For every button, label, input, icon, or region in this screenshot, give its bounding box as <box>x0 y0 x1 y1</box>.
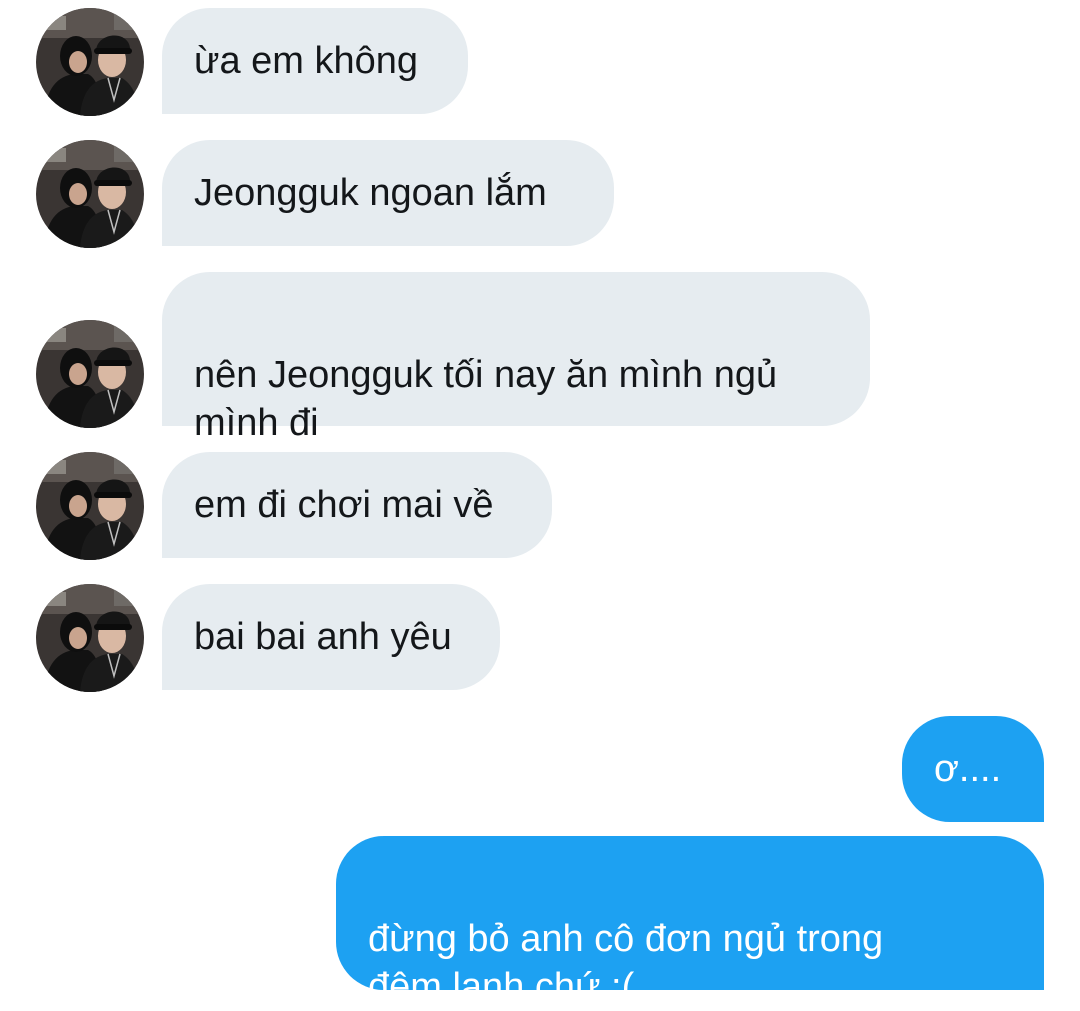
contact-avatar[interactable] <box>36 8 144 116</box>
contact-avatar[interactable] <box>36 320 144 428</box>
contact-avatar[interactable] <box>36 140 144 248</box>
contact-avatar-photo-icon <box>36 320 144 428</box>
message-text: bai bai anh yêu <box>194 616 452 658</box>
contact-avatar[interactable] <box>36 452 144 560</box>
message-text: em đi chơi mai về <box>194 484 494 526</box>
message-text: ơ.... <box>934 748 1002 790</box>
contact-avatar-photo-icon <box>36 452 144 560</box>
contact-avatar-photo-icon <box>36 140 144 248</box>
incoming-message-bubble[interactable]: Jeongguk ngoan lắm <box>162 140 614 246</box>
message-text: ừa em không <box>194 40 419 82</box>
incoming-message-bubble[interactable]: nên Jeongguk tối nay ăn mình ngủ mình đi <box>162 272 870 444</box>
incoming-message-bubble[interactable]: em đi chơi mai về <box>162 452 552 558</box>
incoming-message-bubble[interactable]: ừa em không <box>162 8 468 114</box>
message-text: nên Jeongguk tối nay ăn mình ngủ mình đi <box>194 354 778 444</box>
contact-avatar-photo-icon <box>36 8 144 116</box>
incoming-message-bubble[interactable]: bai bai anh yêu <box>162 584 500 690</box>
outgoing-message-bubble[interactable]: ơ.... <box>902 716 1044 822</box>
message-thread: ừa em không Jeongguk ngoan lắm nên Jeong… <box>0 0 1080 1010</box>
message-text: Jeongguk ngoan lắm <box>194 172 547 214</box>
contact-avatar[interactable] <box>36 584 144 692</box>
contact-avatar-photo-icon <box>36 584 144 692</box>
outgoing-message-bubble[interactable]: đừng bỏ anh cô đơn ngủ trong đêm lạnh ch… <box>336 836 1044 1008</box>
message-text: đừng bỏ anh cô đơn ngủ trong đêm lạnh ch… <box>368 918 884 1008</box>
